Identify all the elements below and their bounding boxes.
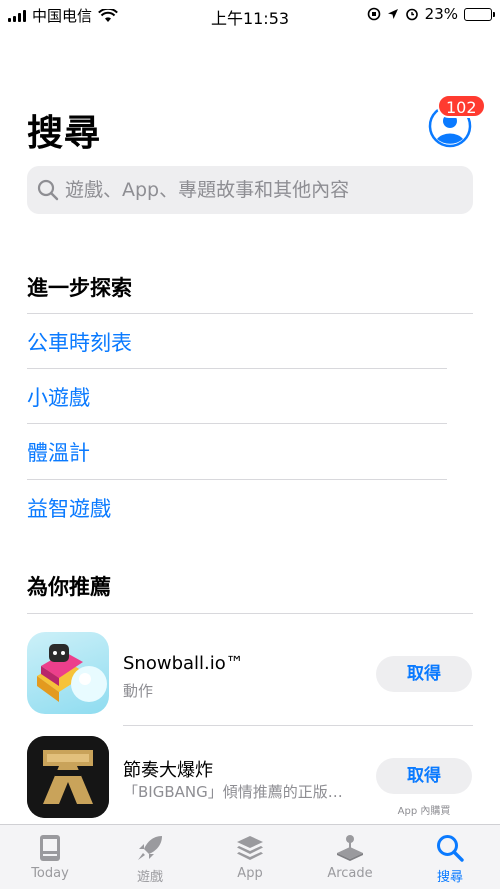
status-bar-right: 23%	[367, 5, 495, 23]
get-button[interactable]: 取得	[376, 656, 472, 692]
tab-today[interactable]: Today	[0, 825, 100, 889]
search-bar[interactable]	[27, 166, 473, 214]
location-icon	[387, 9, 398, 19]
tab-apps[interactable]: App	[200, 825, 300, 889]
battery-percent: 23%	[424, 5, 458, 23]
search-icon	[37, 179, 59, 201]
app-subtitle: 「BIGBANG」傾情推薦的正版…	[123, 783, 343, 801]
recommended-section-title: 為你推薦	[27, 575, 111, 599]
tab-label: App	[237, 866, 263, 881]
search-icon	[437, 835, 464, 862]
divider	[27, 313, 473, 314]
rhythm-app-icon[interactable]	[27, 736, 109, 818]
status-bar: 中国电信 上午11:53 23%	[0, 0, 500, 28]
tab-games[interactable]: 遊戲	[100, 825, 200, 889]
tab-bar: Today 遊戲 App Arcade 搜尋	[0, 824, 500, 889]
app-name: Snowball.io™	[123, 653, 244, 674]
divider	[27, 423, 447, 424]
tab-label: Today	[31, 866, 69, 881]
orientation-lock-icon	[367, 7, 380, 21]
page-title: 搜尋	[27, 113, 102, 154]
today-icon	[40, 835, 60, 861]
divider	[123, 725, 473, 726]
snowball-app-icon[interactable]	[27, 632, 109, 714]
divider	[27, 479, 447, 480]
tab-search[interactable]: 搜尋	[400, 825, 500, 889]
tab-arcade[interactable]: Arcade	[300, 825, 400, 889]
divider	[27, 368, 447, 369]
discover-link-puzzle-games[interactable]: 益智遊戲	[27, 493, 111, 523]
tab-label: Arcade	[327, 866, 373, 881]
alarm-icon	[405, 8, 418, 21]
in-app-purchase-note: App 內購買	[397, 806, 451, 817]
app-subtitle: 動作	[123, 682, 154, 700]
layers-icon	[237, 836, 263, 860]
tab-label: 遊戲	[136, 870, 163, 885]
notification-badge: 102	[437, 94, 486, 118]
discover-section-title: 進一步探索	[27, 276, 132, 300]
app-name: 節奏大爆炸	[123, 760, 213, 781]
discover-link-mini-games[interactable]: 小遊戲	[27, 382, 90, 412]
rocket-icon	[138, 836, 162, 860]
discover-link-bus-schedule[interactable]: 公車時刻表	[27, 327, 132, 357]
tab-label: 搜尋	[436, 870, 463, 885]
get-button[interactable]: 取得	[376, 758, 472, 794]
battery-icon	[464, 7, 495, 21]
search-input[interactable]	[65, 179, 445, 201]
joystick-icon	[337, 835, 363, 861]
divider	[27, 613, 473, 614]
discover-link-thermometer[interactable]: 體溫計	[27, 437, 90, 467]
